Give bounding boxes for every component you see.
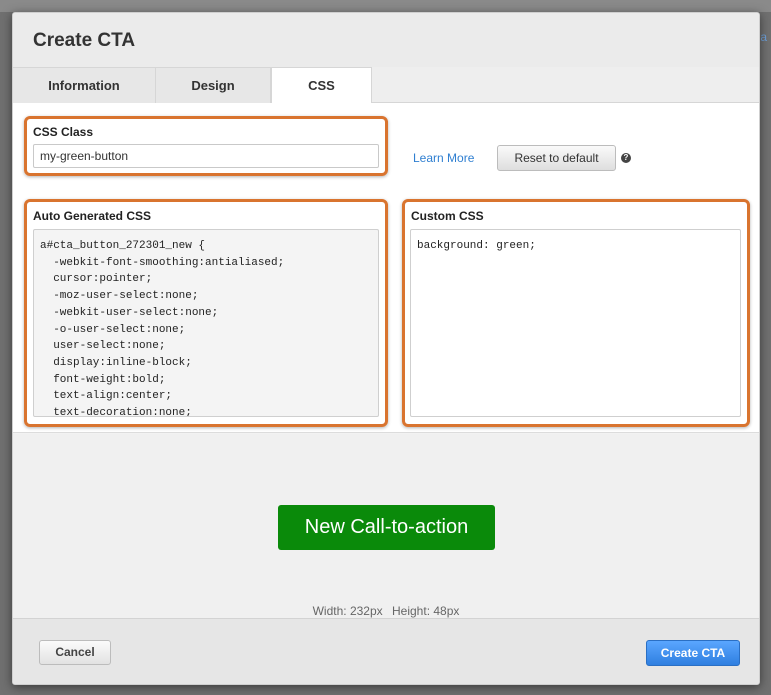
cta-preview-button: New Call-to-action <box>278 505 495 550</box>
custom-css-textarea[interactable]: background: green; <box>410 229 741 417</box>
cancel-button[interactable]: Cancel <box>39 640 111 665</box>
css-class-label: CSS Class <box>33 125 94 139</box>
custom-css-label: Custom CSS <box>411 209 484 223</box>
modal-title: Create CTA <box>33 30 136 51</box>
create-cta-modal: Create CTA Information Design CSS CSS Cl… <box>12 12 760 685</box>
create-cta-button[interactable]: Create CTA <box>646 640 740 666</box>
learn-more-link[interactable]: Learn More <box>413 151 474 165</box>
auto-css-code: a#cta_button_272301_new { -webkit-font-s… <box>33 229 379 417</box>
cta-preview-area: New Call-to-action Width: 232px Height: … <box>13 434 759 618</box>
reset-to-default-button[interactable]: Reset to default <box>497 145 616 171</box>
tab-css[interactable]: CSS <box>271 67 372 104</box>
cta-height-text: Height: 48px <box>392 604 460 618</box>
backdrop-link: a <box>760 30 767 44</box>
tab-bar: Information Design CSS <box>13 67 759 104</box>
tab-information[interactable]: Information <box>13 67 156 103</box>
cta-width-text: Width: 232px <box>312 604 383 618</box>
cta-dimensions: Width: 232px Height: 48px <box>13 604 759 618</box>
modal-footer: Cancel Create CTA <box>13 618 759 684</box>
css-class-input[interactable] <box>33 144 379 168</box>
modal-header: Create CTA <box>13 13 759 67</box>
help-icon[interactable]: ? <box>621 153 631 163</box>
backdrop-strip <box>0 0 771 12</box>
auto-css-label: Auto Generated CSS <box>33 209 152 223</box>
css-panel: CSS Class Learn More Reset to default ? … <box>13 103 759 433</box>
tab-design[interactable]: Design <box>156 67 271 103</box>
